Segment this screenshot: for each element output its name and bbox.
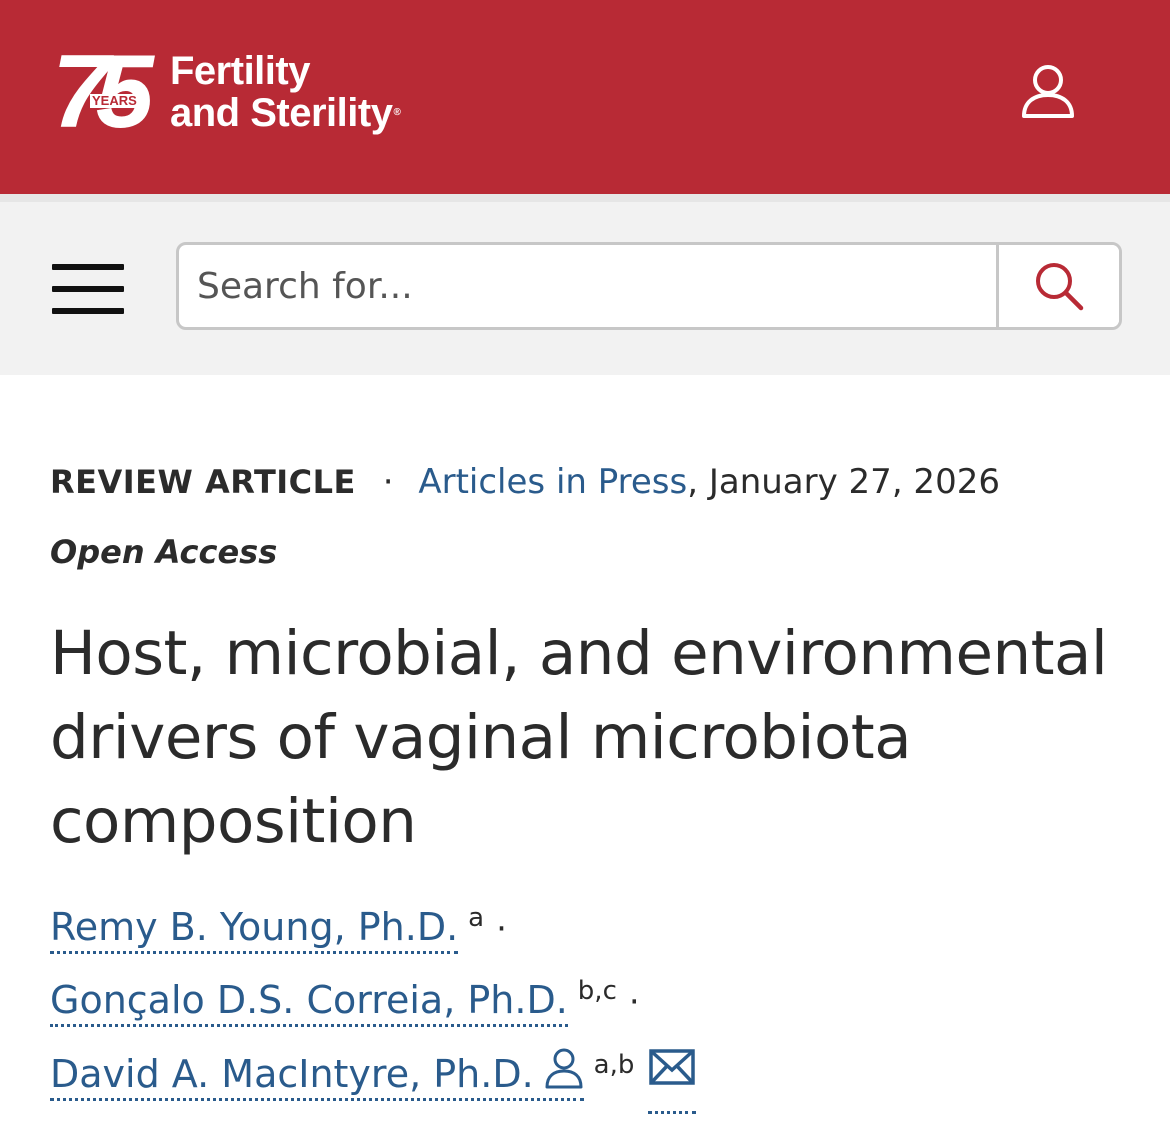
hamburger-menu-icon[interactable] [52, 264, 124, 318]
author-affiliation: b,c [577, 976, 617, 1007]
trademark-symbol: ® [393, 107, 401, 118]
email-author-link[interactable] [648, 1038, 697, 1114]
person-icon [544, 1041, 584, 1112]
article-meta: REVIEW ARTICLE · Articles in Press, Janu… [50, 460, 1130, 504]
author-item: Gonçalo D.S. Correia, Ph.D. b,c · [50, 965, 1130, 1038]
open-access-label: Open Access [50, 533, 278, 571]
user-icon[interactable] [1020, 62, 1076, 120]
journal-name: Fertility and Sterility® [170, 49, 401, 135]
journal-name-line1: Fertility [170, 49, 310, 93]
search-form [176, 242, 1122, 330]
article-type: REVIEW ARTICLE [50, 463, 356, 501]
site-header: 75 YEARS Fertility and Sterility® [0, 0, 1170, 194]
article-title: Host, microbial, and environmental drive… [50, 618, 1108, 857]
author-list: Remy B. Young, Ph.D. a · Gonçalo D.S. Corr… [50, 892, 1130, 1114]
author-link[interactable]: David A. MacIntyre, Ph.D. [50, 1048, 584, 1101]
issue-link[interactable]: Articles in Press [418, 462, 687, 502]
meta-separator: · [382, 462, 394, 502]
author-separator: · [628, 982, 640, 1022]
search-input[interactable] [179, 245, 997, 327]
publication-date: , January 27, 2026 [687, 462, 1000, 502]
author-affiliation: a [468, 903, 485, 934]
author-item: Remy B. Young, Ph.D. a · [50, 892, 1130, 965]
logo-years-label: YEARS [90, 93, 139, 108]
envelope-icon [649, 1049, 696, 1085]
journal-logo[interactable]: 75 YEARS Fertility and Sterility® [52, 40, 401, 144]
author-link[interactable]: Remy B. Young, Ph.D. [50, 905, 459, 954]
search-icon [1036, 263, 1084, 311]
article-header: REVIEW ARTICLE · Articles in Press, Janu… [50, 460, 1130, 1114]
journal-name-line2: and Sterility® [170, 91, 401, 135]
author-separator: · [496, 909, 507, 949]
logo-number: 75 [52, 34, 154, 150]
author-affiliation: a,b [593, 1049, 635, 1080]
author-link[interactable]: Gonçalo D.S. Correia, Ph.D. [50, 978, 568, 1027]
anniversary-logo-mark: 75 YEARS [52, 40, 156, 144]
author-item: David A. MacIntyre, Ph.D. a,b [50, 1038, 1130, 1114]
search-bar-area [0, 194, 1170, 375]
search-button[interactable] [996, 245, 1119, 327]
